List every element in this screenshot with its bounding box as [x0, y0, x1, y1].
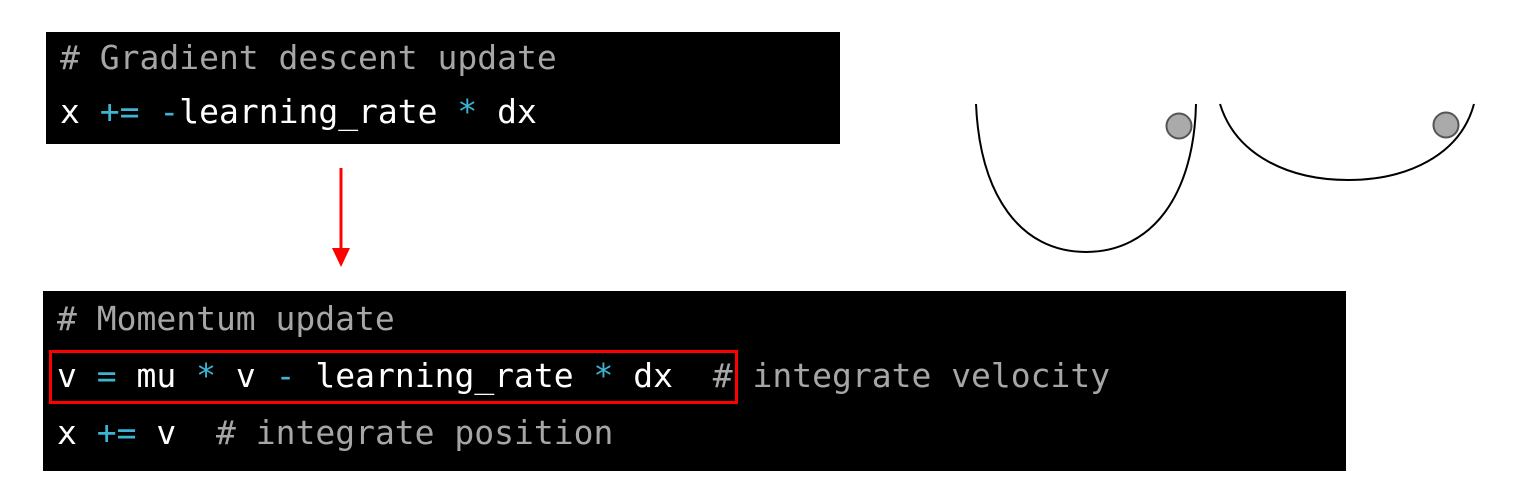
var-v: v: [156, 413, 177, 452]
down-arrow-icon: [332, 168, 350, 267]
var-x: x: [60, 92, 80, 131]
var-dx: dx: [497, 92, 537, 131]
narrow-bowl-ball: [1165, 112, 1193, 140]
var-learning-rate: learning_rate: [179, 92, 438, 131]
op-minus: -: [159, 92, 180, 131]
wide-bowl-ball: [1432, 111, 1460, 139]
loss-surface-bowls: [975, 103, 1475, 254]
gradient-descent-comment: # Gradient descent update: [60, 38, 557, 78]
wide-bowl-curve: [1219, 103, 1475, 182]
comment-text: # Momentum update: [57, 299, 395, 338]
velocity-comment: # integrate velocity: [712, 356, 1111, 395]
op-plus-equals: +=: [99, 92, 140, 131]
arrow-head: [332, 248, 350, 267]
momentum-comment: # Momentum update: [57, 299, 395, 339]
narrow-bowl-curve: [975, 103, 1197, 254]
position-comment: # integrate position: [216, 413, 614, 452]
op-plus-equals: +=: [96, 413, 137, 452]
var-x: x: [57, 413, 77, 452]
narrow-bowl: [975, 103, 1197, 254]
gradient-descent-update-line: x += -learning_rate * dx: [60, 92, 537, 132]
velocity-highlight-box: [49, 350, 738, 404]
wide-bowl: [1219, 103, 1475, 182]
gradient-descent-code-block: # Gradient descent update x += -learning…: [46, 32, 840, 144]
op-multiply: *: [457, 92, 478, 131]
position-update-line: x += v # integrate position: [57, 413, 613, 453]
comment-text: # Gradient descent update: [60, 38, 557, 77]
